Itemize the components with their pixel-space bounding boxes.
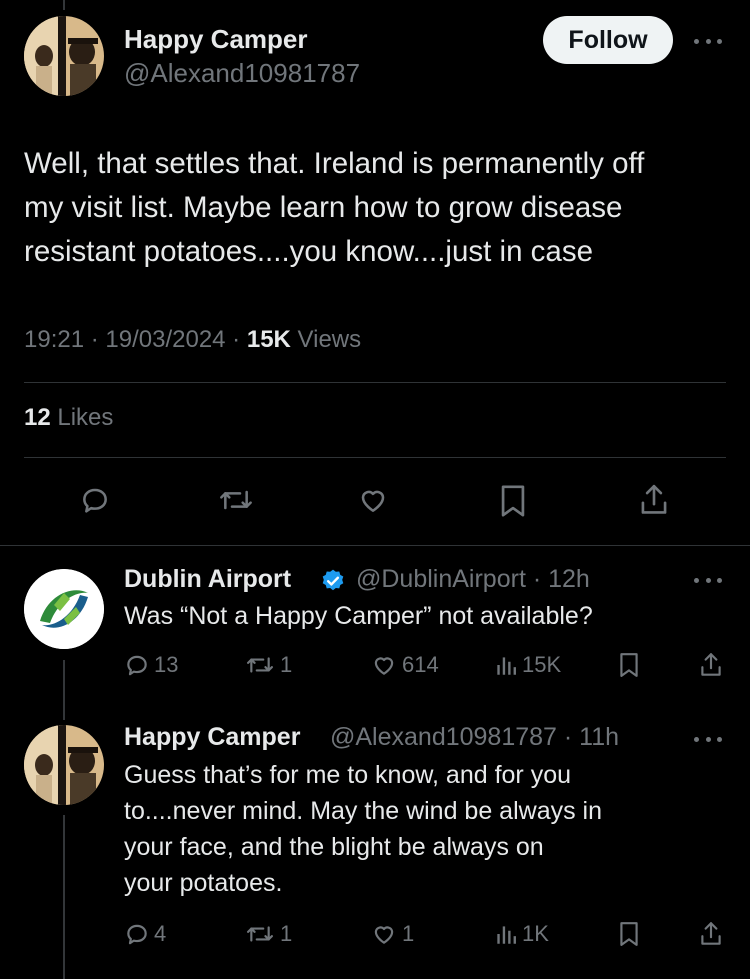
likes-count: 12: [24, 404, 51, 431]
reply-views-button[interactable]: 15K: [494, 652, 561, 678]
reply-author-name[interactable]: Dublin Airport: [124, 565, 291, 594]
share-button[interactable]: [637, 482, 671, 518]
views-count: 1K: [522, 921, 549, 946]
bookmark-icon: [501, 485, 525, 517]
reply-text-line: Was “Not a Happy Camper” not available?: [124, 602, 593, 630]
reply-button[interactable]: [78, 484, 112, 516]
reply-like-button[interactable]: 614: [370, 652, 439, 678]
retweet-button[interactable]: [216, 484, 256, 516]
reply-reply-button[interactable]: 4: [124, 921, 166, 947]
reply-more-options-icon[interactable]: [694, 575, 722, 585]
reply-age[interactable]: 12h: [548, 565, 590, 593]
tweet-text-line: Well, that settles that. Ireland is perm…: [24, 147, 645, 180]
reply-retweet-button[interactable]: 1: [244, 652, 292, 678]
reply-author-meta: @Alexand10981787 · 11h: [330, 723, 620, 751]
like-count: 1: [402, 921, 415, 946]
reply-text: Was “Not a Happy Camper” not available?: [124, 598, 593, 634]
reply-count: 13: [154, 652, 179, 677]
divider: [24, 457, 726, 458]
bookmark-icon: [620, 922, 638, 946]
author-avatar[interactable]: [24, 16, 104, 96]
reply-count: 4: [154, 921, 167, 946]
views-count: 15K: [246, 326, 291, 353]
author-name[interactable]: Happy Camper: [124, 24, 308, 55]
reply-more-options-icon[interactable]: [694, 734, 722, 744]
reply-bookmark-button[interactable]: [618, 652, 640, 678]
verified-badge-icon: [322, 569, 344, 591]
retweet-icon: [247, 926, 273, 942]
like-icon: [374, 926, 394, 944]
tweet-meta: 19:21 · 19/03/2024 · 15K Views: [24, 326, 362, 353]
like-count: 614: [402, 652, 439, 677]
likes-summary[interactable]: 12 Likes: [24, 404, 113, 432]
reply-share-button[interactable]: [698, 651, 724, 679]
reply-retweet-button[interactable]: 1: [244, 921, 292, 947]
divider: [0, 545, 750, 546]
reply-share-button[interactable]: [698, 920, 724, 948]
like-button[interactable]: [355, 484, 391, 516]
tweet-date[interactable]: 19/03/2024: [105, 326, 225, 353]
views-icon: [497, 926, 516, 944]
reply-text: Guess that’s for me to know, and for you…: [124, 757, 602, 901]
thread-line-bottom: [63, 815, 65, 979]
reply-author-meta: @DublinAirport · 12h: [356, 565, 590, 593]
views-count: 15K: [522, 652, 562, 677]
reply-like-button[interactable]: 1: [370, 921, 414, 947]
reply-author-name[interactable]: Happy Camper: [124, 723, 300, 752]
reply-icon: [127, 655, 147, 676]
reply-icon: [127, 924, 147, 945]
divider: [24, 382, 726, 383]
tweet-text-line: my visit list. Maybe learn how to grow d…: [24, 191, 623, 224]
retweet-icon: [220, 490, 252, 510]
reply-bookmark-button[interactable]: [618, 921, 640, 947]
bookmark-button[interactable]: [498, 484, 528, 518]
reply-text-line: to....never mind. May the wind be always…: [124, 797, 603, 825]
retweet-count: 1: [280, 921, 293, 946]
bookmark-icon: [620, 653, 638, 677]
reply-age[interactable]: 11h: [579, 723, 619, 751]
likes-label: Likes: [57, 404, 114, 431]
reply-text-line: your face, and the blight be always on: [124, 833, 544, 861]
reply-author-handle[interactable]: @Alexand10981787: [330, 723, 557, 751]
like-icon: [374, 657, 394, 675]
more-options-icon[interactable]: [694, 36, 722, 46]
reply-text-line: Guess that’s for me to know, and for you: [124, 761, 571, 789]
reply-text-line: your potatoes.: [124, 869, 283, 897]
share-icon: [701, 653, 721, 676]
share-icon: [641, 484, 667, 514]
reply-author-handle[interactable]: @DublinAirport: [356, 565, 526, 593]
tweet-time[interactable]: 19:21: [24, 326, 84, 353]
reply-icon: [83, 488, 107, 513]
thread-line-replies: [63, 660, 65, 720]
tweet-text: Well, that settles that. Ireland is perm…: [24, 142, 724, 274]
retweet-icon: [247, 657, 273, 673]
share-icon: [701, 922, 721, 945]
reply-views-button[interactable]: 1K: [494, 921, 549, 947]
views-icon: [497, 657, 516, 675]
views-label: Views: [297, 326, 362, 353]
reply-reply-button[interactable]: 13: [124, 652, 178, 678]
reply-avatar[interactable]: [24, 725, 104, 805]
tweet-text-line: resistant potatoes....you know....just i…: [24, 235, 593, 268]
retweet-count: 1: [280, 652, 293, 677]
reply-avatar[interactable]: [24, 569, 104, 649]
author-handle[interactable]: @Alexand10981787: [124, 58, 360, 89]
follow-button[interactable]: Follow: [543, 16, 673, 64]
like-icon: [361, 490, 385, 512]
thread-line-top: [63, 0, 65, 10]
